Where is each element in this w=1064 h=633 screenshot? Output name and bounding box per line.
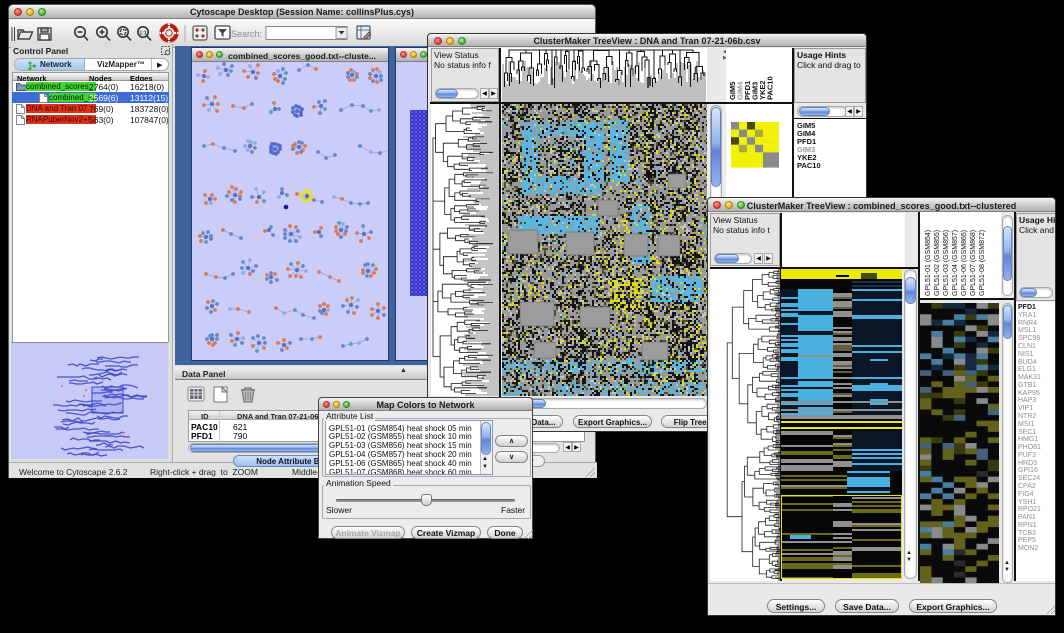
svg-text:1:1: 1:1 — [139, 31, 146, 37]
svg-text:GPL51-03 (GSM856): GPL51-03 (GSM856) — [943, 230, 950, 296]
svg-text:GPL51-01 (GSM854): GPL51-01 (GSM854) — [925, 230, 932, 296]
svg-text:PAC10: PAC10 — [766, 76, 775, 100]
svg-text:GPL51-06 (GSM865): GPL51-06 (GSM865) — [961, 230, 968, 296]
svg-text:Search:: Search: — [231, 29, 262, 39]
svg-text:GPL51-04 (GSM857): GPL51-04 (GSM857) — [952, 230, 959, 296]
svg-text:GPL51-02 (GSM855): GPL51-02 (GSM855) — [934, 230, 941, 296]
svg-text:GPL51-07 (GSM868): GPL51-07 (GSM868) — [970, 230, 977, 296]
svg-text:GPL51-08 (GSM872): GPL51-08 (GSM872) — [979, 230, 986, 296]
